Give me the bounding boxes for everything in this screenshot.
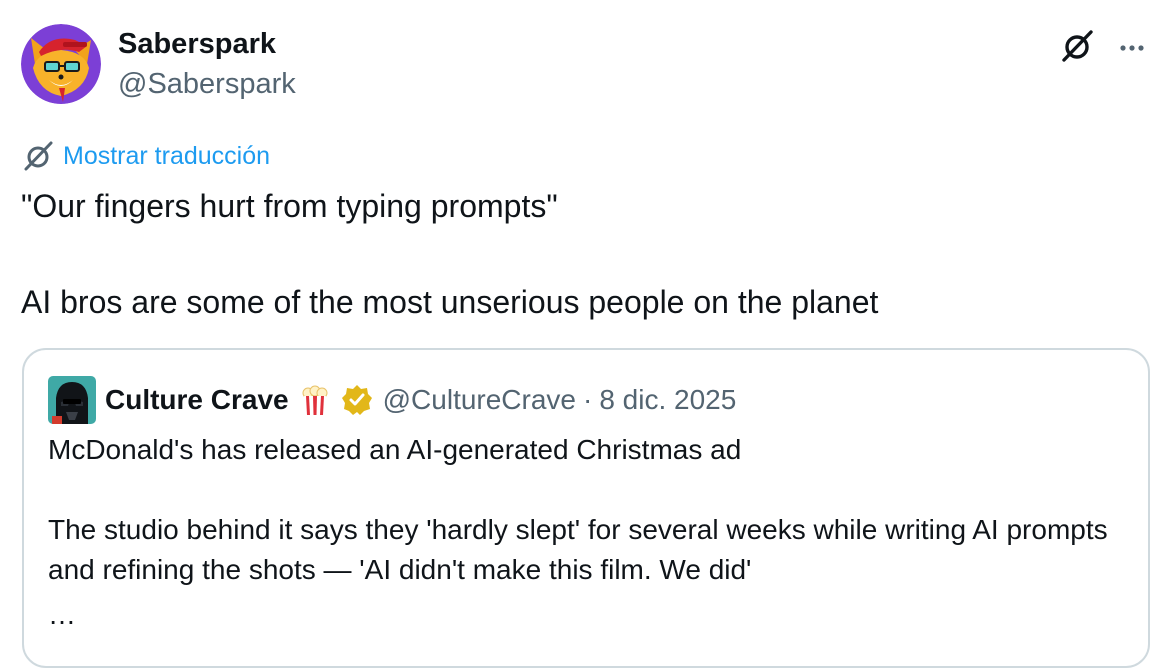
grok-icon (1062, 30, 1093, 62)
quoted-author-avatar[interactable] (48, 376, 96, 424)
verified-gold-badge-icon (341, 385, 372, 415)
tweet-text: "Our fingers hurt from typing prompts" A… (21, 188, 879, 320)
more-options-button[interactable] (1112, 26, 1152, 66)
quoted-author-handle[interactable]: @CultureCrave (383, 382, 576, 418)
quoted-separator: · (583, 384, 593, 415)
grok-button[interactable] (1058, 26, 1098, 66)
author-display-name[interactable]: Saberspark (118, 26, 276, 62)
author-handle[interactable]: @Saberspark (118, 66, 296, 102)
more-options-icon (1120, 45, 1144, 51)
grok-translate-icon (24, 141, 53, 171)
quoted-tweet-text: McDonald's has released an AI-generated … (48, 434, 1108, 585)
popcorn-icon (302, 385, 328, 415)
author-avatar[interactable] (21, 24, 101, 104)
quoted-tweet-date[interactable]: 8 dic. 2025 (599, 382, 736, 418)
darth-vader-avatar-icon (48, 376, 96, 424)
quoted-author-name[interactable]: Culture Crave (105, 382, 289, 418)
quoted-tweet-card[interactable]: Culture Crave @CultureCrave · 8 dic. 202… (22, 348, 1150, 668)
fox-avatar-icon (21, 24, 101, 104)
show-translation-label: Mostrar traducción (63, 142, 271, 170)
quoted-tweet-ellipsis: … (48, 599, 76, 630)
show-translation-link[interactable]: Mostrar traducción (21, 138, 270, 174)
quoted-tweet-header: Culture Crave @CultureCrave · 8 dic. 202… (48, 376, 736, 424)
